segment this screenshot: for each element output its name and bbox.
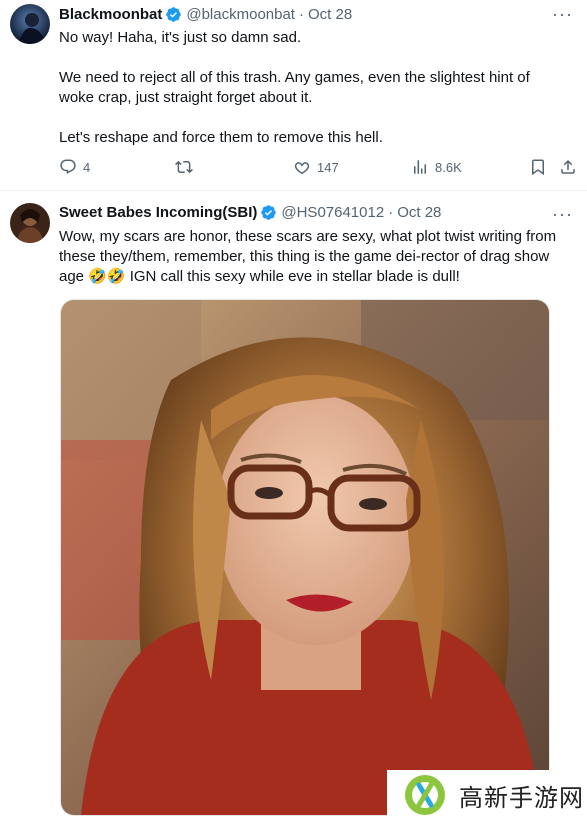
views-count: 8.6K xyxy=(435,159,462,175)
tweet-date[interactable]: Oct 28 xyxy=(308,6,352,23)
repost-button[interactable] xyxy=(175,158,193,176)
more-icon: ··· xyxy=(552,4,573,24)
reply-count: 4 xyxy=(83,159,91,175)
share-button[interactable] xyxy=(559,158,577,176)
portrait-photo xyxy=(61,300,549,815)
tweet-paragraph: No way! Haha, it's just so damn sad. xyxy=(59,29,302,46)
action-bar: 4 147 8.6K xyxy=(59,158,587,178)
tweet-paragraph: Let's reshape and force them to remove t… xyxy=(59,129,383,146)
verified-badge-icon xyxy=(166,7,182,22)
heart-icon xyxy=(294,162,310,175)
bookmark-button[interactable] xyxy=(529,158,547,176)
separator: · xyxy=(388,204,394,221)
like-count: 147 xyxy=(317,159,339,175)
tweet-header: Blackmoonbat @blackmoonbat · Oct 28 xyxy=(59,6,587,23)
tweet-2[interactable]: Sweet Babes Incoming(SBI) @HS07641012 · … xyxy=(0,191,587,821)
tweet-paragraph: We need to reject all of this trash. Any… xyxy=(59,69,530,106)
tweet-text: No way! Haha, it's just so damn sad. We … xyxy=(59,28,563,168)
verified-badge-icon xyxy=(261,205,277,220)
avatar[interactable] xyxy=(10,203,50,243)
tweet-date[interactable]: Oct 28 xyxy=(397,204,441,221)
tweet-text: Wow, my scars are honor, these scars are… xyxy=(59,228,557,285)
tweet-1[interactable]: Blackmoonbat @blackmoonbat · Oct 28 No w… xyxy=(0,0,587,191)
author-handle[interactable]: @HS07641012 xyxy=(281,204,384,221)
author-handle[interactable]: @blackmoonbat xyxy=(186,6,295,23)
avatar[interactable] xyxy=(10,4,50,44)
repost-icon xyxy=(175,160,193,174)
like-button[interactable]: 147 xyxy=(293,158,339,176)
tweet-header: Sweet Babes Incoming(SBI) @HS07641012 · … xyxy=(59,204,587,221)
more-icon: ··· xyxy=(552,204,573,224)
more-options-button[interactable]: ··· xyxy=(552,204,573,225)
bookmark-icon xyxy=(532,159,544,176)
author-name[interactable]: Sweet Babes Incoming(SBI) xyxy=(59,204,257,221)
share-icon xyxy=(561,159,575,174)
views-button[interactable]: 8.6K xyxy=(411,158,462,176)
author-name[interactable]: Blackmoonbat xyxy=(59,6,162,23)
more-options-button[interactable]: ··· xyxy=(552,4,573,25)
reply-icon xyxy=(60,159,76,175)
tweet-photo[interactable] xyxy=(60,299,550,816)
separator: · xyxy=(298,6,304,23)
watermark-logo-icon xyxy=(405,775,445,815)
watermark: 高新手游网 xyxy=(387,770,587,820)
watermark-text: 高新手游网 xyxy=(459,783,584,812)
views-icon xyxy=(414,160,426,174)
reply-button[interactable]: 4 xyxy=(59,158,90,176)
